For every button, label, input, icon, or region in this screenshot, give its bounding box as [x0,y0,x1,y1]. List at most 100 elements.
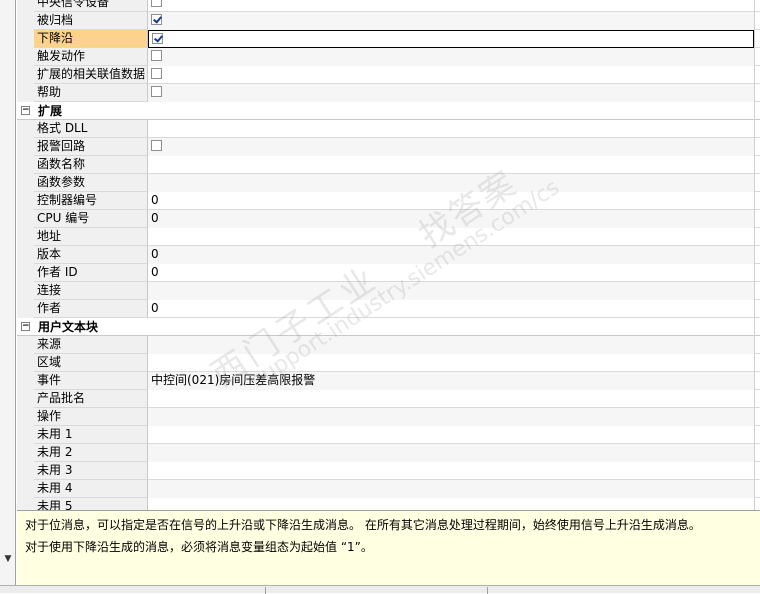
property-value[interactable] [148,498,754,510]
property-value[interactable]: 0 [148,264,754,282]
property-value[interactable] [148,228,754,246]
property-row[interactable]: 操作 [17,408,760,426]
row-gutter [17,174,34,192]
collapse-icon[interactable]: − [21,322,30,331]
property-row[interactable]: 下降沿 [17,30,760,48]
left-scroll-strip[interactable]: ▼ [0,0,16,593]
property-name: CPU 编号 [34,210,148,228]
row-gutter [17,120,34,138]
property-row[interactable]: 未用 2 [17,444,760,462]
property-name: 函数参数 [34,174,148,192]
checkbox-unchecked[interactable] [151,49,162,61]
checkbox-unchecked[interactable] [151,0,162,7]
property-value[interactable] [148,480,754,498]
row-gutter [17,84,34,102]
property-row[interactable]: 未用 5 [17,498,760,510]
property-value[interactable] [148,0,754,12]
row-gutter [17,336,34,354]
property-value[interactable]: 0 [148,300,754,318]
property-name: 未用 3 [34,462,148,480]
grid-right-border [754,0,755,510]
checkbox-unchecked[interactable] [151,67,162,79]
property-value[interactable] [148,84,754,102]
property-row[interactable]: 控制器编号 0 [17,192,760,210]
checkbox-checked[interactable] [152,32,163,44]
property-row[interactable]: 作者 0 [17,300,760,318]
row-gutter [17,12,34,30]
property-name: 来源 [34,336,148,354]
property-row[interactable]: 作者 ID 0 [17,264,760,282]
property-row[interactable]: 函数名称 [17,156,760,174]
property-row[interactable]: 地址 [17,228,760,246]
property-value[interactable] [148,354,754,372]
property-name: 未用 1 [34,426,148,444]
property-value[interactable] [148,462,754,480]
property-value[interactable] [148,12,754,30]
property-row[interactable]: 格式 DLL [17,120,760,138]
property-value[interactable] [148,336,754,354]
property-row[interactable]: 未用 4 [17,480,760,498]
property-name: 格式 DLL [34,120,148,138]
property-row[interactable]: 来源 [17,336,760,354]
property-value[interactable]: 0 [148,210,754,228]
property-name: 下降沿 [34,30,148,48]
property-name: 未用 4 [34,480,148,498]
chevron-down-icon[interactable]: ▼ [1,552,15,566]
property-row[interactable]: 版本 0 [17,246,760,264]
property-value[interactable] [148,174,754,192]
property-row[interactable]: 未用 1 [17,426,760,444]
property-row[interactable]: 未用 3 [17,462,760,480]
status-bar [0,585,760,594]
property-row[interactable]: 触发动作 [17,48,760,66]
property-row[interactable]: 扩展的相关联值数据 [17,66,760,84]
property-row[interactable]: 函数参数 [17,174,760,192]
property-value[interactable] [148,282,754,300]
property-row[interactable]: 报警回路 [17,138,760,156]
property-row[interactable]: CPU 编号 0 [17,210,760,228]
property-value[interactable] [148,66,754,84]
row-gutter [17,480,34,498]
row-gutter [17,354,34,372]
property-value[interactable] [148,138,754,156]
property-value[interactable]: 0 [148,192,754,210]
property-value[interactable] [148,408,754,426]
checkbox-unchecked[interactable] [151,85,162,97]
collapse-icon[interactable]: − [21,106,30,115]
property-name: 作者 [34,300,148,318]
property-row[interactable]: 事件 中控间(021)房间压差高限报警 [17,372,760,390]
section-header[interactable]: − 用户文本块 [17,318,760,336]
property-value[interactable]: 中控间(021)房间压差高限报警 [148,372,754,390]
checkbox-checked[interactable] [151,13,162,25]
property-grid-rows: 中央信令设备 被归档 下降沿 触发动作 扩展的相关联值数据 帮助 − 扩展 格式 DLL 报警回路… [17,0,760,510]
row-gutter [17,0,34,12]
row-gutter [17,156,34,174]
property-name: 事件 [34,372,148,390]
property-row[interactable]: 帮助 [17,84,760,102]
property-value[interactable] [148,120,754,138]
property-name: 版本 [34,246,148,264]
property-name: 中央信令设备 [34,0,148,12]
help-panel: 对于位消息，可以指定是否在信号的上升沿或下降沿生成消息。 在所有其它消息处理过程… [17,510,760,585]
property-value[interactable] [148,48,754,66]
row-gutter [17,228,34,246]
property-row[interactable]: 连接 [17,282,760,300]
property-value[interactable]: 0 [148,246,754,264]
row-gutter [17,30,34,48]
property-row[interactable]: 产品批名 [17,390,760,408]
property-value[interactable] [148,30,754,48]
property-value[interactable] [148,390,754,408]
checkbox-unchecked[interactable] [151,139,162,151]
row-gutter [17,444,34,462]
property-name: 区域 [34,354,148,372]
property-row[interactable]: 被归档 [17,12,760,30]
help-text-line2: 对于使用下降沿生成的消息，必须将消息变量组态为起始值 “1”。 [25,540,373,554]
property-value[interactable] [148,156,754,174]
property-row[interactable]: 中央信令设备 [17,0,760,12]
section-header[interactable]: − 扩展 [17,102,760,120]
property-name: 作者 ID [34,264,148,282]
property-row[interactable]: 区域 [17,354,760,372]
property-value[interactable] [148,444,754,462]
help-text-line1: 对于位消息，可以指定是否在信号的上升沿或下降沿生成消息。 在所有其它消息处理过程… [25,518,701,532]
row-gutter [17,48,34,66]
property-value[interactable] [148,426,754,444]
